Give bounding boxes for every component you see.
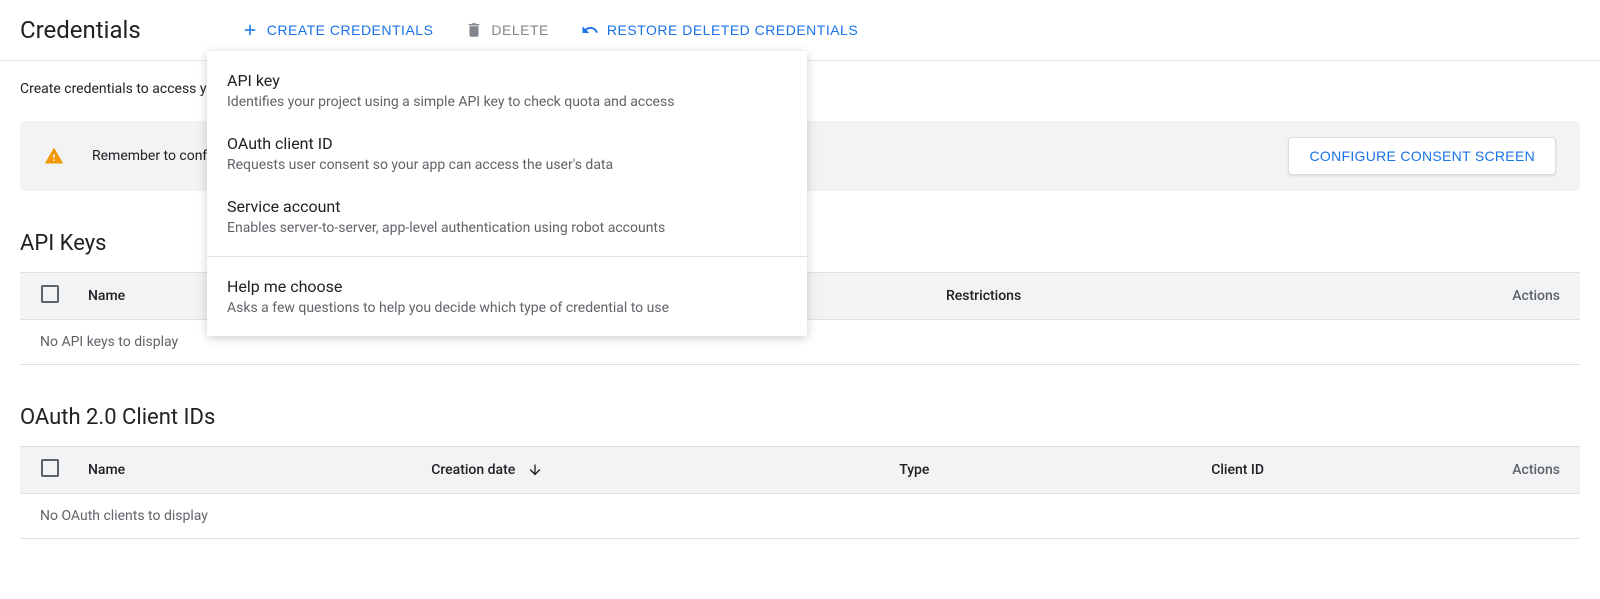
create-credentials-button[interactable]: CREATE CREDENTIALS	[241, 21, 434, 39]
checkbox-header	[20, 273, 80, 320]
toolbar-buttons: CREATE CREDENTIALS DELETE RESTORE DELETE…	[241, 21, 858, 39]
undo-icon	[581, 21, 599, 39]
delete-label: DELETE	[491, 22, 548, 38]
table-header: Name Creation date Type Client ID Action…	[20, 447, 1580, 494]
checkbox-header	[20, 447, 80, 494]
dropdown-item-service-account[interactable]: Service account Enables server-to-server…	[207, 185, 807, 248]
dropdown-item-help-me-choose[interactable]: Help me choose Asks a few questions to h…	[207, 265, 807, 328]
dropdown-item-api-key[interactable]: API key Identifies your project using a …	[207, 59, 807, 122]
dropdown-item-title: Service account	[227, 197, 787, 216]
arrow-down-icon	[527, 462, 543, 478]
dropdown-item-desc: Asks a few questions to help you decide …	[227, 300, 787, 316]
create-credentials-dropdown: API key Identifies your project using a …	[207, 51, 807, 336]
oauth-clients-table: Name Creation date Type Client ID Action…	[20, 446, 1580, 539]
empty-message: No OAuth clients to display	[20, 494, 1580, 539]
restore-deleted-label: RESTORE DELETED CREDENTIALS	[607, 22, 858, 38]
table-row-empty: No OAuth clients to display	[20, 494, 1580, 539]
restore-deleted-button[interactable]: RESTORE DELETED CREDENTIALS	[581, 21, 858, 39]
dropdown-item-desc: Enables server-to-server, app-level auth…	[227, 220, 787, 236]
column-creation-date-label: Creation date	[431, 462, 515, 478]
column-client-id[interactable]: Client ID	[1203, 447, 1382, 494]
delete-button[interactable]: DELETE	[465, 21, 548, 39]
select-all-checkbox[interactable]	[41, 459, 59, 477]
column-creation-date[interactable]: Creation date	[423, 447, 891, 494]
column-type[interactable]: Type	[891, 447, 1203, 494]
configure-consent-button[interactable]: CONFIGURE CONSENT SCREEN	[1288, 137, 1556, 175]
dropdown-item-oauth-client-id[interactable]: OAuth client ID Requests user consent so…	[207, 122, 807, 185]
page-title: Credentials	[20, 16, 141, 44]
column-actions: Actions	[1289, 273, 1580, 320]
dropdown-divider	[207, 256, 807, 257]
dropdown-item-desc: Requests user consent so your app can ac…	[227, 157, 787, 173]
trash-icon	[465, 21, 483, 39]
content: API key Identifies your project using a …	[0, 61, 1600, 599]
dropdown-item-title: API key	[227, 71, 787, 90]
dropdown-item-desc: Identifies your project using a simple A…	[227, 94, 787, 110]
column-actions: Actions	[1383, 447, 1580, 494]
column-restrictions[interactable]: Restrictions	[938, 273, 1289, 320]
plus-icon	[241, 21, 259, 39]
warning-icon	[44, 146, 64, 166]
oauth-clients-title: OAuth 2.0 Client IDs	[20, 405, 1580, 430]
select-all-checkbox[interactable]	[41, 285, 59, 303]
column-name[interactable]: Name	[80, 447, 423, 494]
create-credentials-label: CREATE CREDENTIALS	[267, 22, 434, 38]
dropdown-item-title: OAuth client ID	[227, 134, 787, 153]
dropdown-item-title: Help me choose	[227, 277, 787, 296]
